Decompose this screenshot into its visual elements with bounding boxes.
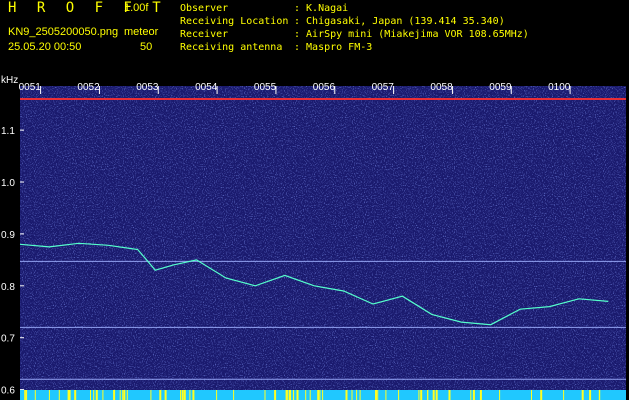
x-tick-label: 0053 xyxy=(136,82,159,93)
meteor-mark xyxy=(589,390,592,400)
x-tick-label: 0058 xyxy=(430,82,453,93)
meteor-mark xyxy=(181,390,184,400)
meteor-mark xyxy=(48,390,50,400)
observer-key: Observer xyxy=(180,3,229,14)
y-tick-label: 0.9 xyxy=(1,230,15,241)
meteor-mark xyxy=(472,390,475,400)
antenna-row: Receiving antenna : Maspro FM-3 xyxy=(180,42,372,53)
y-tick-label: 0.6 xyxy=(1,386,15,397)
meteor-mark xyxy=(93,390,95,400)
meteor-mark xyxy=(317,390,320,400)
receiver-value: : AirSpy mini (Miakejima VOR 108.65MHz) xyxy=(294,29,529,40)
meteor-mark xyxy=(309,390,311,400)
meteor-mark xyxy=(432,390,435,400)
location-value: : Chigasaki, Japan (139.414 35.340) xyxy=(294,16,505,27)
meteor-mark xyxy=(375,390,376,400)
meteor-mark xyxy=(58,390,60,400)
meteor-mark xyxy=(499,390,501,400)
meteor-mark xyxy=(159,390,161,400)
spectrogram: 0051 0052 0053 0054 0055 0056 0057 0058 0059 0100… xyxy=(0,72,629,400)
meteor-mark xyxy=(356,390,358,400)
x-tick-label: 0059 xyxy=(489,82,512,93)
observer-row: Observer : K.Nagai xyxy=(180,3,348,14)
meteor-mark xyxy=(74,390,77,400)
meteor-mark xyxy=(385,390,387,400)
meteor-mark xyxy=(290,390,292,400)
meteor-mark xyxy=(122,390,124,400)
meteor-mark xyxy=(150,390,152,400)
meteor-mark xyxy=(448,390,451,400)
meteor-mark xyxy=(123,390,126,400)
meteor-mark xyxy=(319,390,321,400)
meteor-count: 50 xyxy=(140,41,153,53)
meteor-mark xyxy=(233,390,235,400)
antenna-key: Receiving antenna xyxy=(180,42,283,53)
meteor-mark xyxy=(427,390,429,400)
meteor-mark xyxy=(398,390,400,400)
y-axis-unit: kHz xyxy=(1,75,18,86)
meteor-mark xyxy=(563,390,565,400)
meteor-mark xyxy=(90,390,91,400)
meteor-mark xyxy=(420,390,423,400)
meteor-mark xyxy=(102,390,104,400)
meteor-mark xyxy=(479,390,482,400)
meteor-mark xyxy=(126,390,128,400)
x-tick-label: 0054 xyxy=(195,82,218,93)
meteor-mark xyxy=(189,390,191,400)
meteor-mark xyxy=(264,390,266,400)
meteor-mark xyxy=(69,390,71,400)
plot-noise xyxy=(20,86,626,400)
meteor-mark xyxy=(435,390,438,400)
meteor-mark xyxy=(192,390,195,400)
meteor-mark xyxy=(470,390,472,400)
meteor-mark xyxy=(180,390,181,400)
y-tick-label: 1.1 xyxy=(1,126,15,137)
datetime: 25.05.20 00:50 xyxy=(8,41,82,53)
file-name: KN9_2505200050.png xyxy=(8,26,119,38)
meteor-mark xyxy=(305,390,307,400)
meteor-mark xyxy=(376,390,377,400)
y-tick-label: 0.7 xyxy=(1,334,15,345)
receiver-row: Receiver : AirSpy mini (Miakejima VOR 108… xyxy=(180,29,529,40)
location-row: Receiving Location : Chigasaki, Japan (13… xyxy=(180,16,505,27)
meteor-mark xyxy=(285,390,288,400)
meteor-mark xyxy=(359,390,361,400)
x-tick-label: 0100 xyxy=(548,82,571,93)
meteor-mark xyxy=(598,390,600,400)
meteor-mark xyxy=(274,390,277,400)
receiver-key: Receiver xyxy=(180,29,229,40)
meteor-mark xyxy=(25,390,28,400)
y-tick-label: 0.8 xyxy=(1,282,15,293)
observer-value: : K.Nagai xyxy=(294,3,349,14)
meteor-mark xyxy=(24,390,26,400)
meteor-mark xyxy=(296,390,299,400)
x-tick-label: 0057 xyxy=(372,82,395,93)
meteor-mark xyxy=(293,390,295,400)
x-tick-label: 0052 xyxy=(77,82,100,93)
meteor-mark xyxy=(351,390,353,400)
meteor-mark xyxy=(531,390,532,400)
meteor-label: meteor xyxy=(124,26,159,38)
y-tick-label: 1.0 xyxy=(1,178,15,189)
meteor-mark xyxy=(345,390,348,400)
location-key: Receiving Location xyxy=(180,16,289,27)
meteor-mark xyxy=(95,390,98,400)
meteor-mark xyxy=(34,390,36,400)
meteor-mark xyxy=(119,390,121,400)
x-tick-label: 0055 xyxy=(254,82,277,93)
meteor-mark xyxy=(377,390,379,400)
antenna-value: : Maspro FM-3 xyxy=(294,42,373,53)
meteor-mark xyxy=(418,390,420,400)
meteor-mark xyxy=(113,390,116,400)
meteor-mark xyxy=(183,390,186,400)
header-panel: H R O F F T 1.00f KN9_2505200050.png met… xyxy=(0,0,629,72)
meteor-mark xyxy=(216,390,218,400)
meteor-mark xyxy=(164,390,167,400)
x-tick-label: 0056 xyxy=(313,82,336,93)
x-tick-label: 0051 xyxy=(19,82,42,93)
meteor-mark xyxy=(581,390,584,400)
meteor-mark xyxy=(540,390,543,400)
program-version: 1.00f xyxy=(124,2,149,14)
meteor-mark xyxy=(322,390,324,400)
